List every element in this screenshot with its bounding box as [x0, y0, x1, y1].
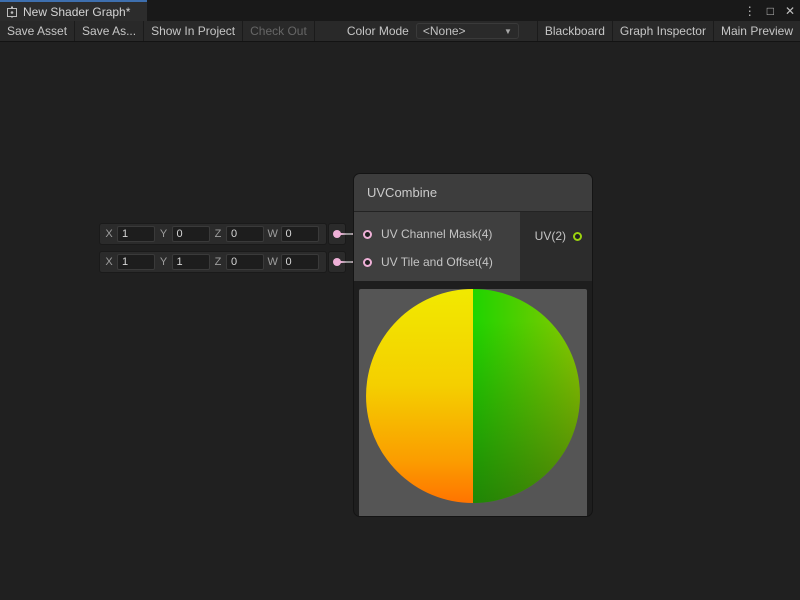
- z-label: Z: [213, 256, 223, 268]
- shader-graph-icon: [6, 6, 18, 18]
- tab-title: New Shader Graph*: [23, 5, 130, 19]
- chevron-down-icon: ▼: [504, 27, 512, 36]
- show-in-project-button[interactable]: Show In Project: [144, 21, 243, 41]
- port-label: UV Channel Mask(4): [381, 227, 492, 241]
- input-port-uv-channel-mask[interactable]: UV Channel Mask(4): [354, 222, 520, 246]
- x-field[interactable]: 1: [117, 254, 155, 270]
- x-label: X: [104, 228, 114, 240]
- node-outputs: UV(2): [520, 212, 592, 281]
- graph-inspector-button[interactable]: Graph Inspector: [612, 21, 713, 41]
- w-label: W: [268, 228, 278, 240]
- port-label: UV(2): [535, 229, 566, 243]
- z-field[interactable]: 0: [226, 254, 264, 270]
- node-inputs: UV Channel Mask(4) UV Tile and Offset(4): [354, 212, 520, 281]
- color-mode-label: Color Mode: [347, 21, 409, 41]
- y-label: Y: [159, 228, 169, 240]
- w-label: W: [268, 256, 278, 268]
- port-circle-icon[interactable]: [363, 230, 372, 239]
- check-out-button: Check Out: [243, 21, 315, 41]
- node-title: UVCombine: [367, 185, 437, 200]
- color-mode-dropdown[interactable]: <None> ▼: [416, 23, 519, 39]
- close-icon[interactable]: ✕: [785, 5, 795, 17]
- input-port-uv-tile-offset[interactable]: UV Tile and Offset(4): [354, 250, 520, 274]
- y-field[interactable]: 0: [172, 226, 210, 242]
- node-header[interactable]: UVCombine: [354, 174, 592, 212]
- w-field[interactable]: 0: [281, 254, 319, 270]
- main-preview-button[interactable]: Main Preview: [713, 21, 800, 41]
- save-as-button[interactable]: Save As...: [75, 21, 144, 41]
- graph-canvas[interactable]: X1 Y0 Z0 W0 X1 Y1 Z0 W0 UVCombine UV Cha…: [0, 42, 800, 600]
- x-field[interactable]: 1: [117, 226, 155, 242]
- port-circle-icon[interactable]: [573, 232, 582, 241]
- uvcombine-node[interactable]: UVCombine UV Channel Mask(4) UV Tile and…: [353, 173, 593, 517]
- z-label: Z: [213, 228, 223, 240]
- uv-preview-sphere: [366, 289, 580, 503]
- vector4-node-1[interactable]: X1 Y0 Z0 W0: [99, 223, 327, 245]
- color-mode-value: <None>: [423, 24, 466, 38]
- w-field[interactable]: 0: [281, 226, 319, 242]
- blackboard-button[interactable]: Blackboard: [537, 21, 612, 41]
- window-controls: ⋮ □ ✕: [744, 0, 795, 21]
- port-label: UV Tile and Offset(4): [381, 255, 493, 269]
- y-label: Y: [159, 256, 169, 268]
- shader-graph-toolbar: Save Asset Save As... Show In Project Ch…: [0, 21, 800, 42]
- port-circle-icon[interactable]: [363, 258, 372, 267]
- maximize-icon[interactable]: □: [767, 5, 774, 17]
- y-field[interactable]: 1: [172, 254, 210, 270]
- vector4-node-2[interactable]: X1 Y1 Z0 W0: [99, 251, 327, 273]
- tab-bar: New Shader Graph* ⋮ □ ✕: [0, 0, 800, 21]
- node-preview[interactable]: [359, 289, 587, 517]
- toolbar-right-group: Blackboard Graph Inspector Main Preview: [537, 21, 800, 41]
- x-label: X: [104, 256, 114, 268]
- node-body: UV Channel Mask(4) UV Tile and Offset(4)…: [354, 212, 592, 281]
- output-port-uv[interactable]: UV(2): [535, 224, 582, 248]
- tab-new-shader-graph[interactable]: New Shader Graph*: [0, 0, 147, 21]
- save-asset-button[interactable]: Save Asset: [0, 21, 75, 41]
- z-field[interactable]: 0: [226, 226, 264, 242]
- kebab-menu-icon[interactable]: ⋮: [744, 5, 756, 17]
